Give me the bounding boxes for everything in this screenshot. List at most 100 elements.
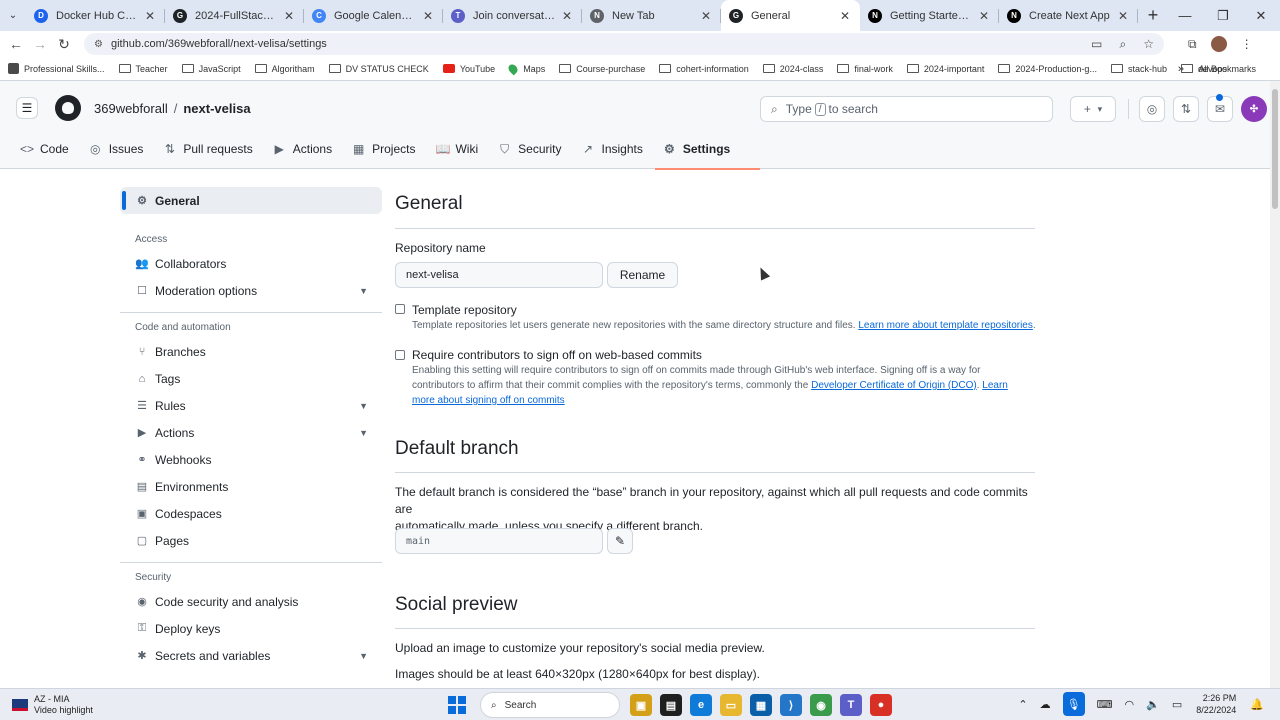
windows-start-icon[interactable] [448,696,466,714]
sidebar-item-collaborators[interactable]: 👥 Collaborators [120,250,382,277]
notifications-icon[interactable]: 🔔 [1250,698,1264,711]
browser-tab[interactable]: G 2024-FullStack-Web-Deve ✕ [165,0,304,31]
widgets-app-icon[interactable]: ▣ [630,694,652,716]
bookmark-item[interactable]: cohert-information [659,63,749,74]
sidebar-item-moderation-options[interactable]: ☐ Moderation options ▼ [120,277,382,304]
repo-owner-link[interactable]: 369webforall [94,101,168,116]
tab-close-icon[interactable]: ✕ [977,9,991,23]
reload-icon[interactable]: ↻ [52,36,76,53]
sidebar-item-code-security-and-analysis[interactable]: ◉ Code security and analysis [120,588,382,615]
scrollbar-thumb[interactable] [1272,89,1278,209]
edit-default-branch-button[interactable]: ✎ [607,528,633,554]
sidebar-item-codespaces[interactable]: ▣ Codespaces [120,500,382,527]
bookmark-item[interactable]: YouTube [442,63,495,74]
bookmark-star-icon[interactable]: ☆ [1143,37,1154,51]
tray-overflow-icon[interactable]: ⌃ [1018,698,1027,711]
edge-icon[interactable]: e [690,694,712,716]
chevron-down-icon[interactable]: ▼ [359,651,368,661]
github-logo-icon[interactable] [55,95,81,121]
tab-close-icon[interactable]: ✕ [143,9,157,23]
new-tab-button[interactable]: + [1138,5,1168,26]
sidebar-item-actions[interactable]: ▶ Actions ▼ [120,419,382,446]
signoff-learn-more-link-cont[interactable]: more about signing off on commits [412,395,565,406]
bookmark-item[interactable]: Algoritham [254,63,315,74]
volume-icon[interactable]: 🔈 [1146,698,1160,711]
sidebar-item-tags[interactable]: ⌂ Tags [120,365,382,392]
taskbar-widget[interactable]: AZ - MIA Video highlight [12,694,93,716]
template-repository-checkbox[interactable] [395,304,405,314]
bookmark-item[interactable]: 2024-class [762,63,823,74]
repo-name-input[interactable]: next-velisa [395,262,603,288]
sidebar-item-general[interactable]: ⚙ General [120,187,382,214]
tab-close-icon[interactable]: ✕ [838,9,852,23]
signoff-learn-more-link[interactable]: Learn [982,380,1008,391]
tab-close-icon[interactable]: ✕ [560,9,574,23]
pull-requests-button[interactable]: ⇅ [1173,96,1199,122]
repo-name-link[interactable]: next-velisa [183,101,250,116]
vscode-icon[interactable]: ⟩ [780,694,802,716]
bookmark-item[interactable]: Course-purchase [559,63,645,74]
restore-icon[interactable]: ❐ [1204,0,1242,31]
tray-app-icon[interactable]: ☁ [1040,698,1051,711]
sidebar-item-pages[interactable]: ▢ Pages [120,527,382,554]
browser-menu-icon[interactable]: ⋮ [1241,37,1253,51]
chrome-icon[interactable]: ◉ [810,694,832,716]
tab-insights[interactable]: ↗ Insights [582,138,643,160]
tab-close-icon[interactable]: ✕ [699,9,713,23]
taskbar-clock[interactable]: 2:26 PM 8/22/2024 [1196,692,1236,716]
browser-tab[interactable]: C Google Calendar - Thursd ✕ [304,0,443,31]
rename-button[interactable]: Rename [607,262,678,288]
microphone-icon[interactable]: 🎙 [1062,692,1085,716]
minimize-icon[interactable]: — [1166,0,1204,31]
sidebar-item-secrets-and-variables[interactable]: ✱ Secrets and variables ▼ [120,642,382,669]
battery-icon[interactable]: ▭ [1172,698,1182,711]
issues-button[interactable]: ◎ [1139,96,1165,122]
bookmark-item[interactable]: stack-hub [1110,63,1167,74]
language-icon[interactable]: ⌨ [1097,698,1113,711]
tab-close-icon[interactable]: ✕ [421,9,435,23]
dco-link[interactable]: Developer Certificate of Origin (DCO) [811,380,977,391]
sidebar-item-environments[interactable]: ▤ Environments [120,473,382,500]
tab-pull-requests[interactable]: ⇅ Pull requests [163,138,253,160]
chevron-down-icon[interactable]: ▼ [359,428,368,438]
browser-tab[interactable]: N Getting Started: Installatio ✕ [860,0,999,31]
sidebar-item-deploy-keys[interactable]: ⚿ Deploy keys [120,615,382,642]
cast-icon[interactable]: ▭ [1091,37,1102,51]
tab-actions[interactable]: ▶ Actions [273,138,332,160]
store-icon[interactable]: ▦ [750,694,772,716]
profile-avatar[interactable] [1210,36,1227,52]
forward-icon[interactable]: → [28,36,52,52]
close-window-icon[interactable]: ✕ [1242,0,1280,31]
chevron-down-icon[interactable]: ▼ [359,286,368,296]
url-input[interactable]: ⚙ github.com/369webforall/next-velisa/se… [84,33,1164,55]
chevron-down-icon[interactable]: ▼ [359,401,368,411]
teams-icon[interactable]: T [840,694,862,716]
bookmark-item[interactable]: Professional Skills... [8,63,105,74]
page-scrollbar[interactable] [1270,81,1280,688]
tab-code[interactable]: <> Code [20,138,69,160]
template-learn-more-link[interactable]: Learn more about template repositories [858,320,1033,331]
recording-app-icon[interactable]: ● [870,694,892,716]
browser-tab[interactable]: T Join conversation ✕ [443,0,582,31]
sidebar-item-branches[interactable]: ⑂ Branches [120,338,382,365]
signoff-checkbox[interactable] [395,350,405,360]
user-avatar[interactable]: ✣ [1241,96,1267,122]
search-input[interactable]: ⌕ Type / to search [760,96,1053,122]
browser-tab[interactable]: N Create Next App ✕ [999,0,1138,31]
tab-security[interactable]: ⛉ Security [498,138,561,160]
browser-tab[interactable]: G General ✕ [721,0,860,31]
task-view-icon[interactable]: ▤ [660,694,682,716]
bookmark-item[interactable]: JavaScript [181,63,241,74]
bookmark-item[interactable]: final-work [837,63,893,74]
create-new-button[interactable]: + ▾ [1070,96,1116,122]
all-bookmarks-button[interactable]: All Bookmarks [1181,64,1256,74]
back-icon[interactable]: ← [4,36,28,52]
bookmark-item[interactable]: DV STATUS CHECK [328,63,429,74]
tab-wiki[interactable]: 📖 Wiki [435,138,478,160]
tab-issues[interactable]: ◎ Issues [89,138,143,160]
bookmark-item[interactable]: Teacher [118,63,168,74]
taskbar-search-input[interactable]: ⌕ Search [480,692,620,718]
tab-settings[interactable]: ⚙ Settings [654,138,761,170]
file-explorer-icon[interactable]: ▭ [720,694,742,716]
wifi-icon[interactable]: ◠ [1125,698,1135,711]
